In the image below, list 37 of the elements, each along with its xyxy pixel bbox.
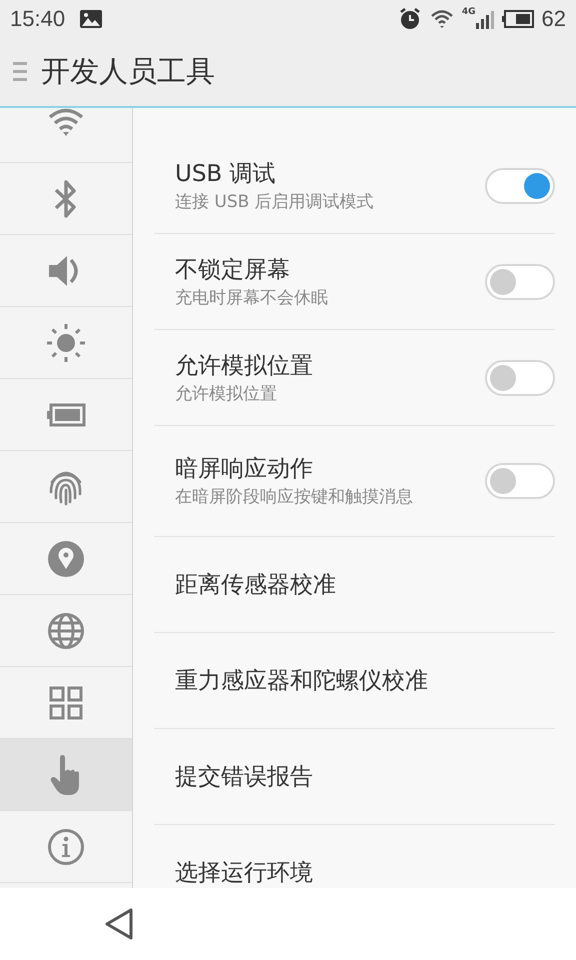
signal-icon bbox=[476, 9, 494, 29]
alarm-icon bbox=[398, 7, 422, 31]
brightness-icon bbox=[46, 322, 86, 362]
setting-description: 连接 USB 后启用调试模式 bbox=[175, 190, 375, 214]
setting-title[interactable]: 不锁定屏幕 bbox=[175, 254, 473, 285]
menu-icon[interactable] bbox=[13, 60, 27, 84]
battery-level: 62 bbox=[542, 6, 566, 32]
setting-title[interactable]: 提交错误报告 bbox=[175, 761, 555, 792]
battery-icon bbox=[502, 10, 534, 28]
hand-pointer-icon bbox=[50, 754, 82, 794]
setting-description: 充电时屏幕不会休眠 bbox=[175, 286, 329, 310]
globe-icon bbox=[47, 612, 85, 650]
battery-icon bbox=[46, 402, 86, 426]
setting-title[interactable]: 允许模拟位置 bbox=[175, 350, 473, 381]
page-title: 开发人员工具 bbox=[41, 53, 215, 90]
network-type: 4G bbox=[462, 7, 476, 17]
setting-title[interactable]: 选择运行环境 bbox=[175, 857, 555, 888]
toggle-switch[interactable] bbox=[485, 360, 555, 396]
sidebar-item[interactable] bbox=[0, 108, 132, 163]
info-icon bbox=[47, 828, 85, 866]
setting-title[interactable]: 暗屏响应动作 bbox=[175, 453, 473, 484]
setting-description: 在暗屏阶段响应按键和触摸消息 bbox=[175, 486, 414, 509]
status-time: 15:40 bbox=[10, 6, 66, 32]
grid-icon bbox=[49, 686, 83, 720]
sidebar-item[interactable] bbox=[0, 739, 132, 811]
setting-title[interactable]: USB 调试 bbox=[175, 158, 473, 189]
setting-title[interactable]: 重力感应器和陀螺仪校准 bbox=[175, 665, 555, 696]
toggle-switch[interactable] bbox=[485, 168, 555, 204]
image-icon bbox=[79, 9, 104, 29]
toggle-switch[interactable] bbox=[485, 264, 555, 300]
wifi-icon bbox=[430, 9, 454, 29]
back-icon[interactable] bbox=[104, 907, 134, 941]
setting-description: 允许模拟位置 bbox=[175, 382, 278, 406]
toggle-switch[interactable] bbox=[485, 463, 555, 499]
setting-title[interactable]: 距离传感器校准 bbox=[175, 569, 555, 600]
wifi-icon bbox=[47, 108, 85, 138]
location-pin-icon bbox=[47, 540, 85, 578]
